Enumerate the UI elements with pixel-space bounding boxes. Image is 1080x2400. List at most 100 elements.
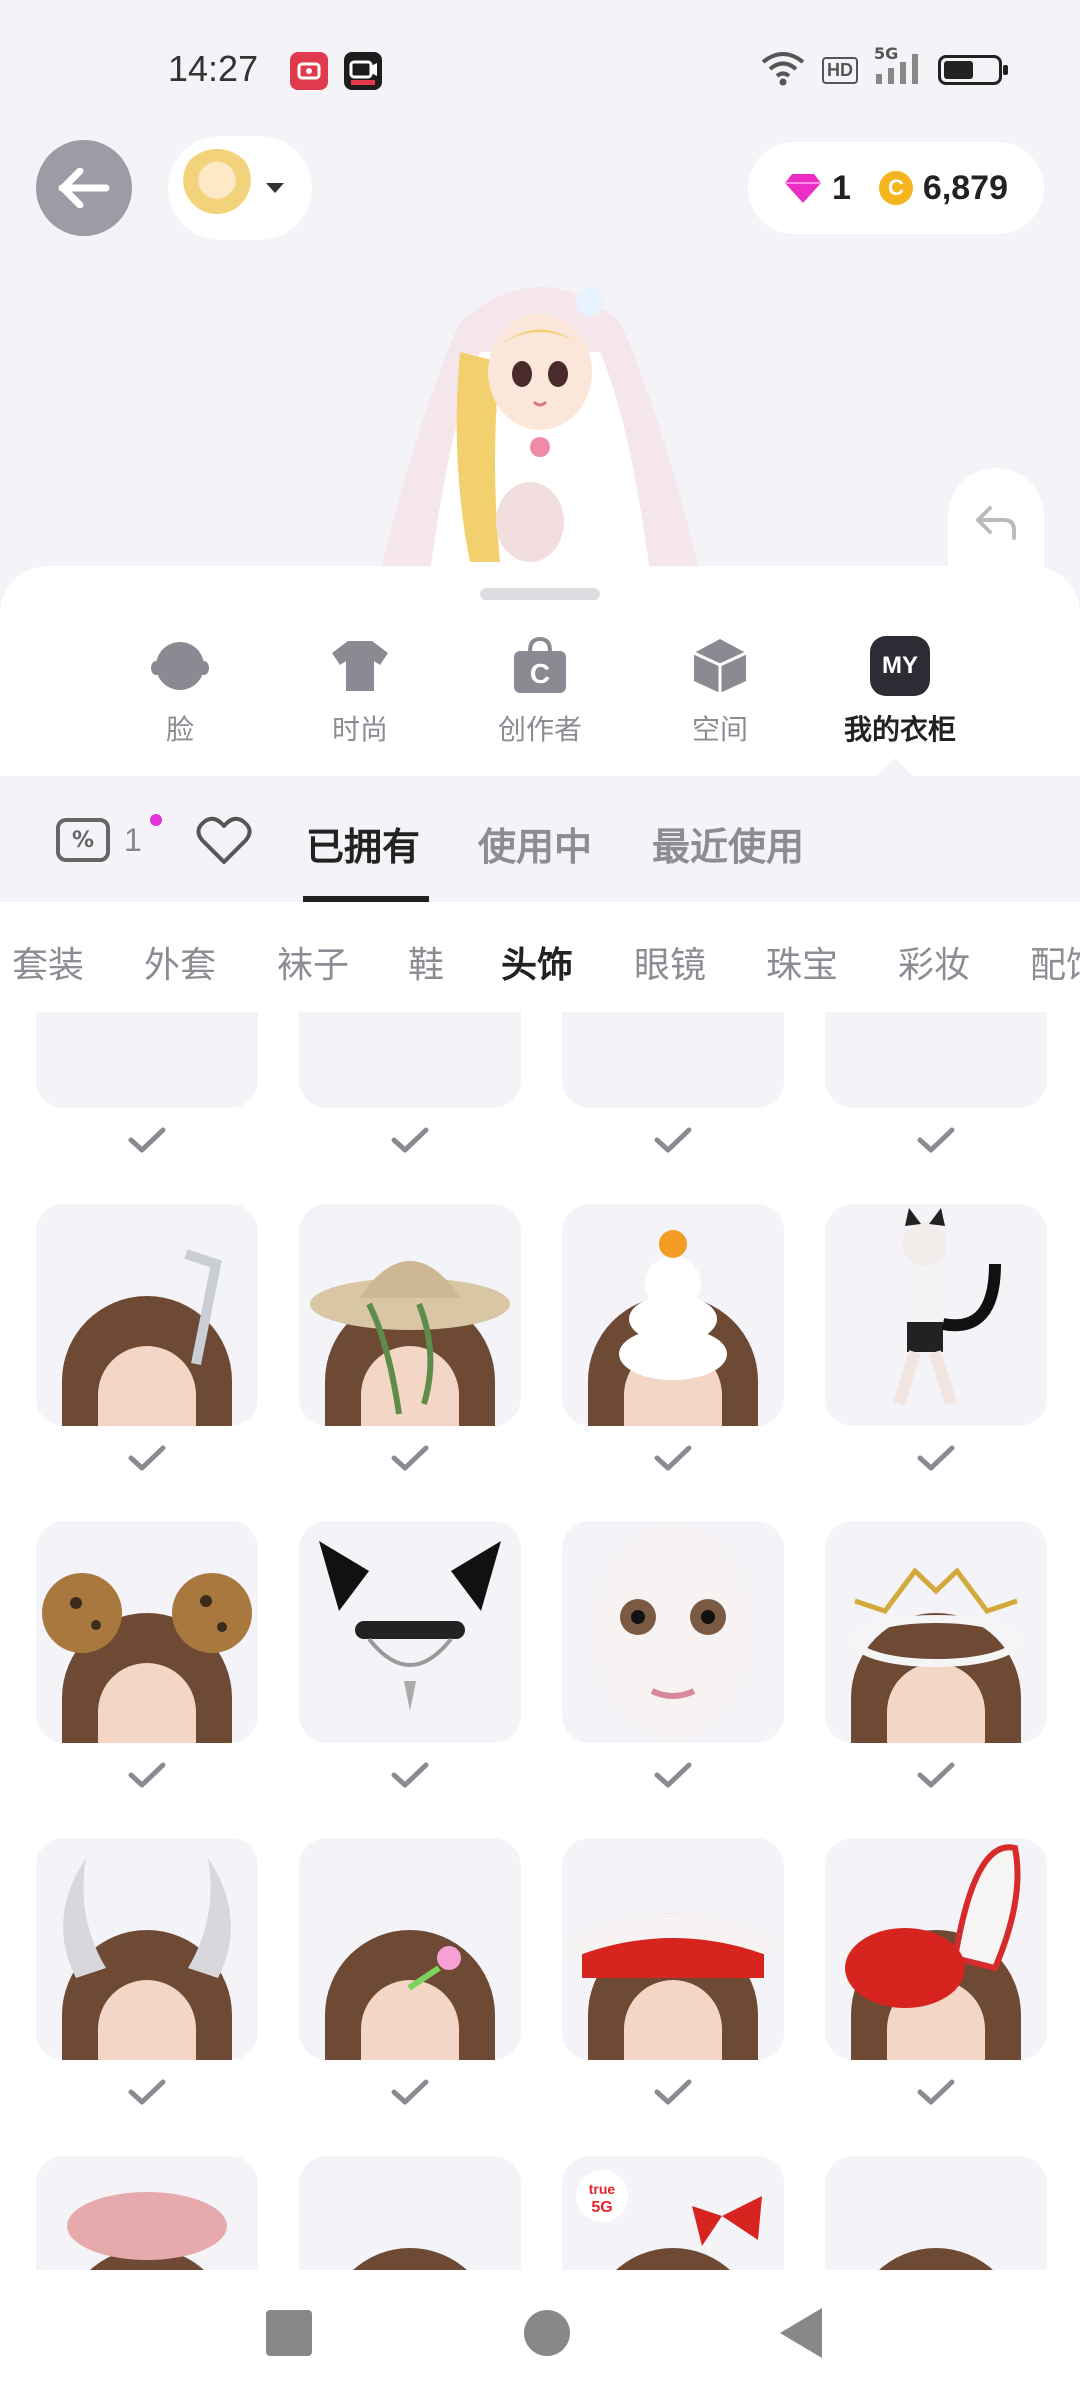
gem-count: 1 — [831, 168, 851, 207]
status-time: 14:27 — [168, 48, 259, 89]
tab-recent[interactable]: 最近使用 — [652, 816, 804, 871]
part-tab-outfit[interactable]: 套装 — [12, 936, 84, 988]
owned-check-icon — [390, 1444, 430, 1472]
arrow-left-icon — [58, 168, 110, 208]
part-tab-makeup[interactable]: 彩妆 — [898, 936, 970, 988]
owned-check-icon — [390, 1126, 430, 1154]
pink-beret[interactable] — [36, 2156, 258, 2280]
svg-text:C: C — [530, 658, 550, 689]
silver-rings-item[interactable] — [36, 1012, 258, 1108]
face-icon — [150, 636, 210, 696]
snowman-mochi-hat[interactable] — [562, 1204, 784, 1426]
wifi-icon — [760, 50, 806, 90]
owned-check-icon — [653, 1444, 693, 1472]
cube-icon — [690, 636, 750, 696]
silver-horns[interactable] — [36, 1838, 258, 2060]
owned-check-icon — [916, 1444, 956, 1472]
owned-check-icon — [390, 1761, 430, 1789]
system-nav-bar — [0, 2270, 1080, 2400]
recent-apps-button[interactable] — [266, 2310, 312, 2356]
item-artwork — [299, 1204, 521, 1426]
tab-fashion[interactable]: 时尚 — [290, 636, 430, 748]
item-artwork — [36, 1838, 258, 2060]
favorites-heart-icon[interactable] — [196, 816, 252, 866]
owned-check-icon — [916, 1761, 956, 1789]
item-artwork — [36, 1521, 258, 1743]
status-bar: 14:27 HD 5G — [0, 0, 1080, 140]
tshirt-icon — [330, 636, 390, 696]
network-type: 5G — [874, 44, 899, 63]
black-hair-item[interactable] — [562, 1012, 784, 1108]
tab-label: 空间 — [691, 713, 748, 746]
part-tabs: 套装 外套 袜子 鞋 头饰 眼镜 珠宝 彩妆 配饰 — [0, 902, 1080, 1012]
part-tab-coat[interactable]: 外套 — [144, 936, 216, 988]
item-artwork — [299, 1838, 521, 2060]
black-accessory-item[interactable] — [299, 1012, 521, 1108]
coin-icon: C — [878, 171, 913, 205]
item-artwork — [825, 1204, 1047, 1426]
owned-check-icon — [127, 2078, 167, 2106]
part-tab-shoes[interactable]: 鞋 — [408, 936, 444, 988]
leopard-ear-headband[interactable] — [36, 1521, 258, 1743]
svg-text:5G: 5G — [591, 2199, 612, 2216]
tab-in-use[interactable]: 使用中 — [478, 816, 592, 871]
part-tab-glasses[interactable]: 眼镜 — [634, 936, 706, 988]
item-artwork — [562, 1204, 784, 1426]
tab-space[interactable]: 空间 — [650, 636, 790, 748]
home-button[interactable] — [524, 2310, 570, 2356]
straw-hat-with-ivy[interactable] — [299, 1204, 521, 1426]
red-bunny-ear-beret[interactable] — [825, 1838, 1047, 2060]
coupon-count: 1 — [124, 822, 142, 858]
item-artwork — [36, 2156, 258, 2280]
back-button[interactable] — [36, 140, 132, 236]
coin-count: 6,879 — [922, 168, 1008, 207]
caret-down-icon — [266, 183, 284, 193]
tab-label: 时尚 — [331, 713, 388, 746]
signal-icon: 5G — [874, 44, 922, 90]
owned-check-icon — [916, 2078, 956, 2106]
tab-my-closet[interactable]: MY 我的衣柜 — [830, 636, 970, 748]
hair-bun-item[interactable] — [825, 2156, 1047, 2280]
category-tabs: 脸 时尚 C 创作者 空间 MY 我的衣柜 — [110, 636, 970, 748]
drag-handle[interactable] — [480, 588, 600, 600]
hair-style-item[interactable] — [299, 2156, 521, 2280]
owned-check-icon — [916, 1126, 956, 1154]
currency-balance[interactable]: 1 C 6,879 — [747, 142, 1044, 234]
coupon-icon[interactable]: % — [56, 818, 110, 862]
owned-check-icon — [653, 1126, 693, 1154]
face-mask-item[interactable] — [562, 1521, 784, 1743]
owned-check-icon — [390, 2078, 430, 2106]
hair-clips[interactable] — [299, 1838, 521, 2060]
gem-icon — [784, 174, 821, 203]
avatar-selector[interactable] — [168, 136, 312, 240]
item-artwork — [36, 1204, 258, 1426]
avatar-character[interactable] — [360, 262, 720, 572]
my-closet-icon: MY — [870, 636, 930, 696]
hd-badge: HD — [822, 56, 858, 84]
cat-ears-choker[interactable] — [299, 1521, 521, 1743]
battery-icon — [938, 55, 1008, 85]
part-tab-socks[interactable]: 袜子 — [277, 936, 349, 988]
owned-check-icon — [653, 1761, 693, 1789]
true-5g-bow[interactable]: true 5G — [562, 2156, 784, 2280]
owned-check-icon — [127, 1761, 167, 1789]
item-partial[interactable] — [825, 1012, 1047, 1108]
owned-check-icon — [653, 2078, 693, 2106]
gold-thorn-halo[interactable] — [825, 1521, 1047, 1743]
tab-label: 脸 — [165, 713, 194, 746]
tab-creator[interactable]: C 创作者 — [470, 636, 610, 748]
undo-button[interactable] — [948, 468, 1044, 578]
part-tab-headwear[interactable]: 头饰 — [501, 936, 573, 988]
silver-star-headband[interactable] — [36, 1204, 258, 1426]
battery-level — [944, 61, 973, 79]
part-tab-jewelry[interactable]: 珠宝 — [766, 936, 838, 988]
tab-owned[interactable]: 已拥有 — [306, 816, 420, 871]
system-back-button[interactable] — [780, 2308, 822, 2358]
owned-check-icon — [127, 1126, 167, 1154]
tab-face[interactable]: 脸 — [110, 636, 250, 748]
red-winter-hat[interactable] — [562, 1838, 784, 2060]
part-tab-accessories[interactable]: 配饰 — [1030, 936, 1080, 988]
svg-text:true: true — [589, 2181, 616, 2197]
cat-ears-tail-avatar[interactable] — [825, 1204, 1047, 1426]
item-artwork — [562, 1838, 784, 2060]
